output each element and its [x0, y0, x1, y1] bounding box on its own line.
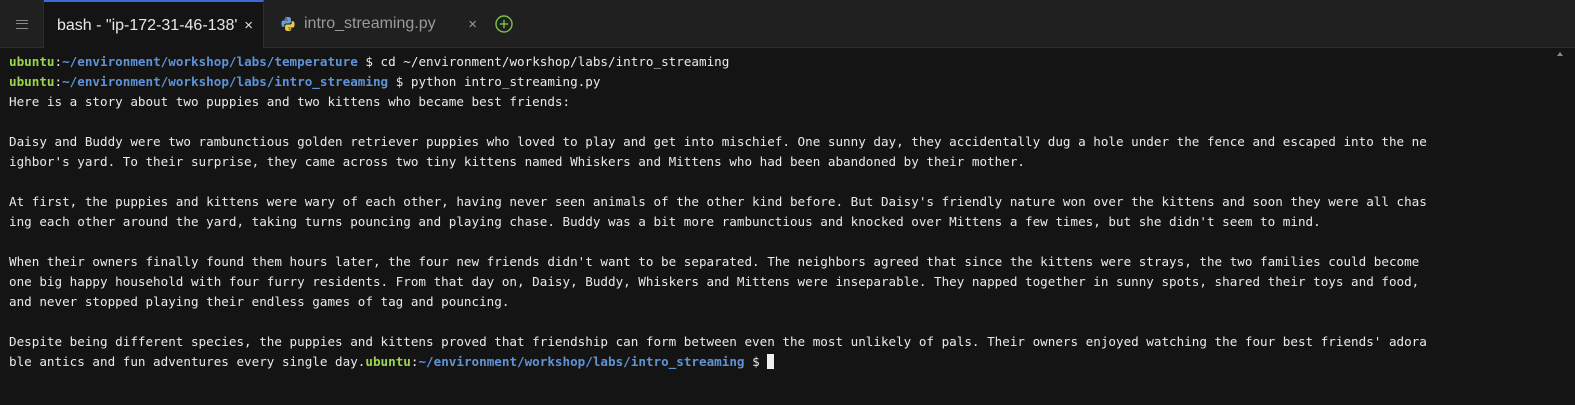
tab-bar: bash - "ip-172-31-46-138' × intro_stream…: [0, 0, 1575, 49]
scroll-up-arrow-icon[interactable]: [1557, 52, 1563, 56]
text-cursor: [767, 354, 775, 369]
command-line: ble antics and fun adventures every sing…: [9, 352, 1575, 372]
tab-label: bash - "ip-172-31-46-138': [57, 16, 238, 34]
output-line: At first, the puppies and kittens were w…: [9, 194, 1427, 209]
prompt-symbol: $: [357, 54, 381, 69]
output-line: one big happy household with four furry …: [9, 274, 1420, 289]
output-line: ing each other around the yard, taking t…: [9, 214, 1321, 229]
prompt-path: ~/environment/workshop/labs/intro_stream…: [62, 74, 389, 89]
menu-button[interactable]: [0, 0, 44, 48]
prompt-symbol: $: [744, 354, 768, 369]
prompt-separator: :: [54, 54, 63, 69]
tab-intro-streaming-py[interactable]: intro_streaming.py ×: [264, 0, 489, 48]
output-line: Despite being different species, the pup…: [9, 334, 1427, 349]
close-icon[interactable]: ×: [468, 17, 477, 32]
python-icon: [281, 17, 295, 31]
command-text: cd ~/environment/workshop/labs/intro_str…: [380, 54, 730, 69]
output-line: Here is a story about two puppies and tw…: [9, 94, 571, 109]
output-line: Daisy and Buddy were two rambunctious go…: [9, 134, 1427, 149]
prompt-user: ubuntu: [9, 54, 55, 69]
command-line: ubuntu:~/environment/workshop/labs/tempe…: [9, 52, 1575, 72]
command-line: ubuntu:~/environment/workshop/labs/intro…: [9, 72, 1575, 92]
prompt-user: ubuntu: [9, 74, 55, 89]
terminal-output[interactable]: ubuntu:~/environment/workshop/labs/tempe…: [0, 48, 1575, 405]
output-line: ighbor's yard. To their surprise, they c…: [9, 154, 1025, 169]
prompt-symbol: $: [388, 74, 411, 89]
prompt-path: ~/environment/workshop/labs/intro_stream…: [418, 354, 745, 369]
command-text: python intro_streaming.py: [410, 74, 601, 89]
hamburger-icon: [15, 19, 28, 29]
close-icon[interactable]: ×: [244, 18, 253, 33]
prompt-path: ~/environment/workshop/labs/temperature: [62, 54, 358, 69]
output-line: When their owners finally found them hou…: [9, 254, 1420, 269]
tab-label: intro_streaming.py: [304, 15, 436, 32]
add-tab-button[interactable]: [495, 15, 513, 33]
output-line: and never stopped playing their endless …: [9, 294, 510, 309]
tab-bash-terminal[interactable]: bash - "ip-172-31-46-138' ×: [44, 0, 264, 49]
prompt-separator: :: [54, 74, 63, 89]
prompt-user: ubuntu: [365, 354, 411, 369]
output-text: ble antics and fun adventures every sing…: [9, 354, 366, 369]
plus-circle-icon: [495, 15, 513, 33]
